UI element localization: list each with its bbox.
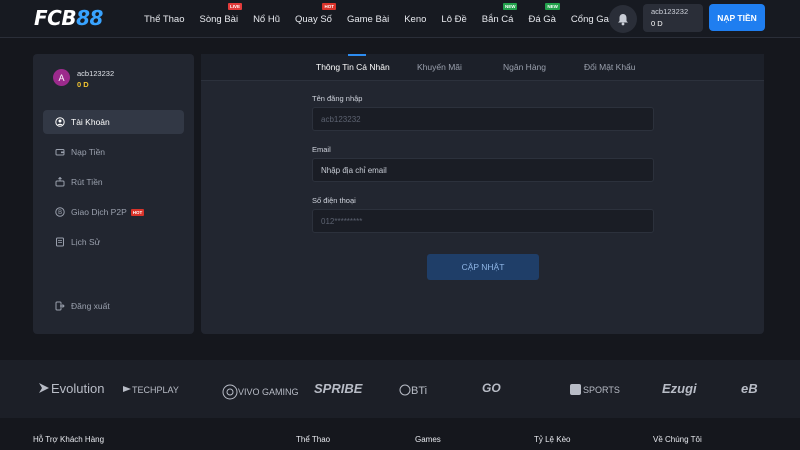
- sidebar-item-label: Tài Khoản: [71, 117, 110, 127]
- vivo-logo-icon: [222, 384, 238, 400]
- nav-item-da-ga[interactable]: Đá Gà NEW: [528, 2, 560, 25]
- new-badge: NEW: [545, 2, 560, 10]
- nav-item-song-bai[interactable]: Sòng Bài LIVE: [200, 2, 243, 25]
- logo-accent: 88: [76, 6, 103, 30]
- sidebar-item-giao-dich-p2p[interactable]: B Giao Dịch P2P HOT: [43, 200, 184, 224]
- tab-thong-tin-ca-nhan[interactable]: Thông Tin Cá Nhân: [316, 54, 390, 80]
- nav-item-game-bai[interactable]: Game Bài: [347, 14, 389, 25]
- username-label: Tên đăng nhập: [312, 94, 363, 103]
- partner-logos: Evolution TECHPLAY VIVO GAMING SPRIBE BT…: [0, 360, 800, 418]
- partner-sports: SPORTS: [570, 384, 620, 395]
- deposit-button[interactable]: NẠP TIỀN: [709, 4, 765, 31]
- hot-badge: HOT: [130, 208, 145, 216]
- avatar: A: [53, 69, 70, 86]
- footer-support-heading: Hỗ Trợ Khách Hàng: [33, 435, 105, 444]
- nav-item-ban-ca[interactable]: Bắn Cá NEW: [482, 2, 518, 25]
- header-balance: 0 D: [651, 19, 663, 28]
- sidebar-item-rut-tien[interactable]: Rút Tiền: [43, 170, 184, 194]
- logo-main: FCB: [34, 6, 77, 30]
- logout-icon: [55, 301, 65, 311]
- history-icon: [55, 237, 65, 247]
- nav-item-lo-de[interactable]: Lô Đề: [441, 14, 466, 25]
- tab-doi-mat-khau[interactable]: Đổi Mật Khẩu: [584, 54, 636, 80]
- sidebar-item-label: Giao Dịch P2P: [71, 207, 127, 217]
- profile-panel: Thông Tin Cá Nhân Khuyến Mãi Ngân Hàng Đ…: [201, 54, 764, 334]
- notification-button[interactable]: [609, 5, 637, 33]
- sidebar-item-lich-su[interactable]: Lịch Sử: [43, 230, 184, 254]
- partner-vivo: VIVO GAMING: [222, 384, 299, 400]
- email-label: Email: [312, 145, 331, 154]
- footer-odds-heading: Tỷ Lệ Kèo: [534, 435, 571, 444]
- logout-button[interactable]: Đăng xuất: [43, 294, 184, 318]
- bti-logo-icon: [399, 384, 411, 396]
- footer-sports-heading: Thể Thao: [296, 435, 331, 444]
- sports-logo-icon: [570, 384, 581, 395]
- techplay-logo-icon: [123, 386, 131, 392]
- svg-text:B: B: [58, 209, 62, 216]
- sidebar-item-nap-tien[interactable]: Nạp Tiền: [43, 140, 184, 164]
- partner-eb: eB: [741, 381, 758, 396]
- sidebar-balance: 0 D: [77, 80, 89, 89]
- partner-ezugi: Ezugi: [662, 381, 697, 396]
- live-badge: LIVE: [228, 2, 243, 10]
- footer-games-heading: Games: [415, 435, 441, 444]
- wallet-icon: [55, 147, 65, 157]
- nav-item-no-hu[interactable]: Nổ Hũ: [253, 14, 280, 25]
- top-header: FCB88 Thể Thao Sòng Bài LIVE Nổ Hũ Quay S…: [0, 0, 800, 38]
- phone-label: Số điện thoại: [312, 196, 356, 205]
- main-nav: Thể Thao Sòng Bài LIVE Nổ Hũ Quay Số HOT G…: [144, 0, 637, 38]
- sidebar-item-tai-khoan[interactable]: Tài Khoản: [43, 110, 184, 134]
- header-username: acb123232: [651, 7, 689, 16]
- partner-techplay: TECHPLAY: [122, 384, 179, 395]
- user-balance-box[interactable]: acb123232 0 D: [643, 4, 703, 32]
- evolution-logo-icon: [39, 383, 49, 393]
- partner-playgo: GO: [482, 381, 501, 395]
- tab-khuyen-mai[interactable]: Khuyến Mãi: [417, 54, 462, 80]
- user-circle-icon: [55, 117, 65, 127]
- partner-bti: BTi: [399, 384, 427, 397]
- nav-item-quay-so[interactable]: Quay Số HOT: [295, 2, 336, 25]
- hot-badge: HOT: [322, 2, 336, 10]
- footer-about-heading: Về Chúng Tôi: [653, 435, 702, 444]
- account-sidebar: A acb123232 0 D Tài Khoản Nạp Tiền Rút T…: [33, 54, 194, 334]
- partner-spribe: SPRIBE: [314, 381, 363, 396]
- email-field[interactable]: [312, 158, 654, 182]
- sidebar-item-label: Rút Tiền: [71, 177, 103, 187]
- sidebar-item-label: Nạp Tiền: [71, 147, 106, 157]
- withdraw-icon: [55, 177, 65, 187]
- sidebar-item-label: Lịch Sử: [71, 237, 101, 247]
- nav-item-the-thao[interactable]: Thể Thao: [144, 14, 185, 25]
- sidebar-username: acb123232: [77, 69, 115, 78]
- site-logo[interactable]: FCB88: [34, 6, 103, 30]
- account-tabs: Thông Tin Cá Nhân Khuyến Mãi Ngân Hàng Đ…: [201, 54, 764, 81]
- partner-evolution: Evolution: [37, 381, 104, 396]
- nav-item-keno[interactable]: Keno: [404, 14, 426, 25]
- coin-icon: B: [55, 207, 65, 217]
- phone-field[interactable]: [312, 209, 654, 233]
- tab-ngan-hang[interactable]: Ngân Hàng: [503, 54, 546, 80]
- username-field[interactable]: [312, 107, 654, 131]
- update-button[interactable]: CẬP NHẬT: [427, 254, 539, 280]
- bell-icon: [618, 13, 628, 25]
- logout-label: Đăng xuất: [71, 301, 110, 311]
- new-badge: NEW: [502, 2, 518, 10]
